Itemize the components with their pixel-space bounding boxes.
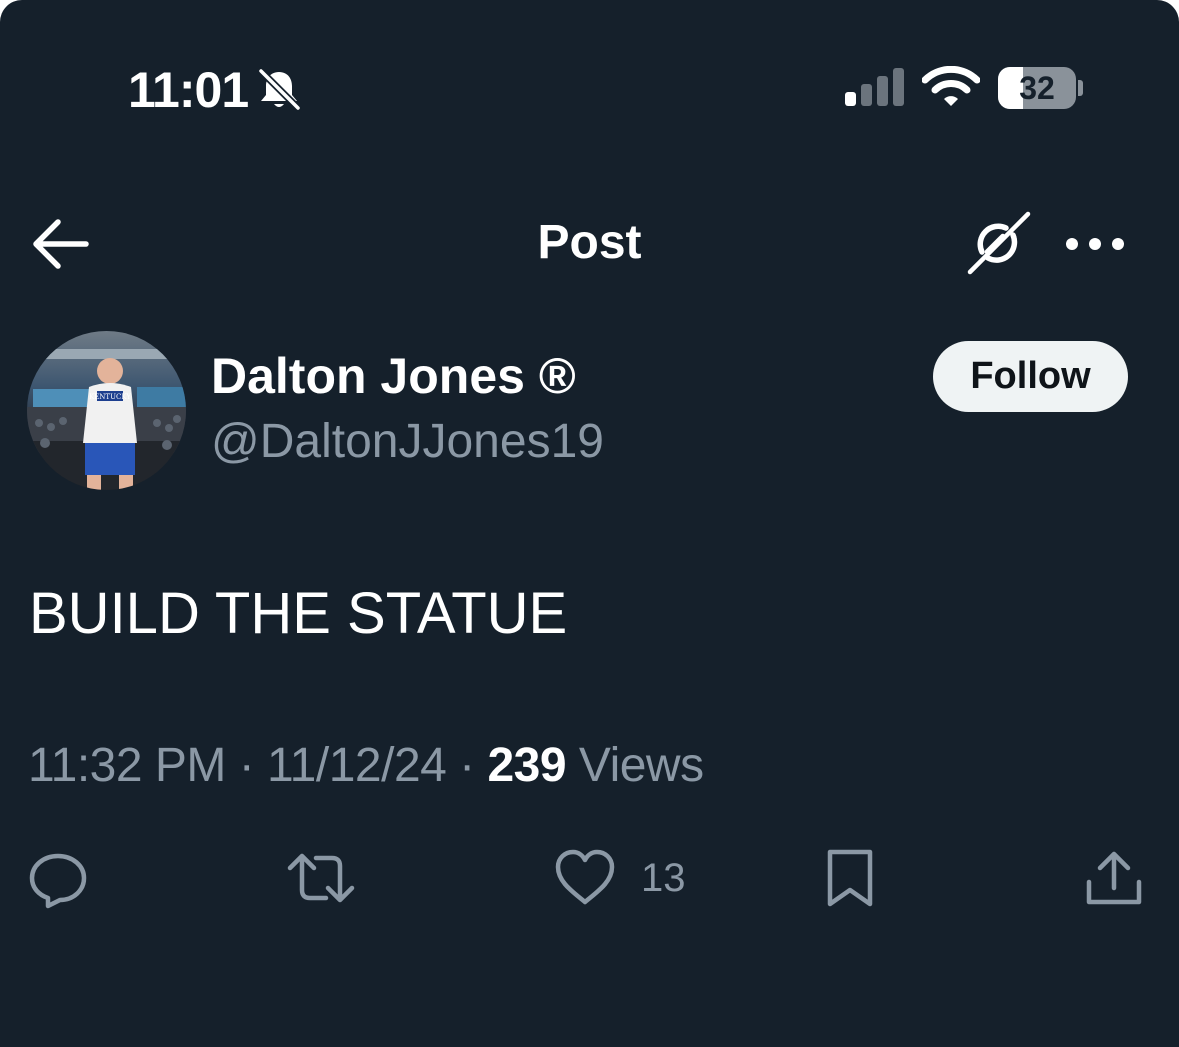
- cellular-signal-icon: [845, 68, 904, 106]
- post-date[interactable]: 11/12/24: [267, 739, 447, 792]
- post-meta: 11:32 PM · 11/12/24 · 239 Views: [28, 736, 704, 796]
- more-icon[interactable]: [1062, 226, 1128, 262]
- battery-level: 32: [1019, 70, 1055, 106]
- meta-separator: ·: [225, 739, 268, 792]
- battery-icon: 32: [998, 67, 1076, 109]
- status-time: 11:01: [128, 62, 249, 118]
- like-button[interactable]: [553, 846, 617, 910]
- post-time[interactable]: 11:32 PM: [28, 739, 226, 792]
- battery-cap: [1078, 80, 1083, 96]
- wifi-icon: [922, 66, 980, 106]
- bell-off-icon: [257, 67, 302, 112]
- post-screen: 11:01 32 Post KENTUCKY Dalton Jones ® @D…: [0, 0, 1179, 1047]
- display-name[interactable]: Dalton Jones ®: [211, 346, 576, 406]
- grok-icon[interactable]: [962, 208, 1034, 280]
- meta-separator: ·: [446, 739, 488, 792]
- bookmark-icon: [827, 849, 873, 907]
- repost-button[interactable]: [286, 846, 356, 910]
- views-count[interactable]: 239: [487, 739, 566, 792]
- like-icon: [555, 849, 615, 905]
- share-button[interactable]: [1084, 846, 1144, 910]
- avatar[interactable]: KENTUCKY: [27, 331, 186, 490]
- follow-button[interactable]: Follow: [933, 341, 1128, 412]
- user-handle[interactable]: @DaltonJJones19: [211, 412, 604, 472]
- svg-text:KENTUCKY: KENTUCKY: [89, 393, 131, 401]
- bookmark-button[interactable]: [822, 846, 878, 910]
- reply-button[interactable]: [26, 846, 90, 910]
- views-label[interactable]: Views: [566, 739, 704, 792]
- share-icon: [1086, 851, 1142, 905]
- like-count[interactable]: 13: [641, 852, 686, 904]
- post-text: BUILD THE STATUE: [29, 581, 568, 646]
- reply-icon: [29, 853, 87, 909]
- repost-icon: [287, 853, 355, 903]
